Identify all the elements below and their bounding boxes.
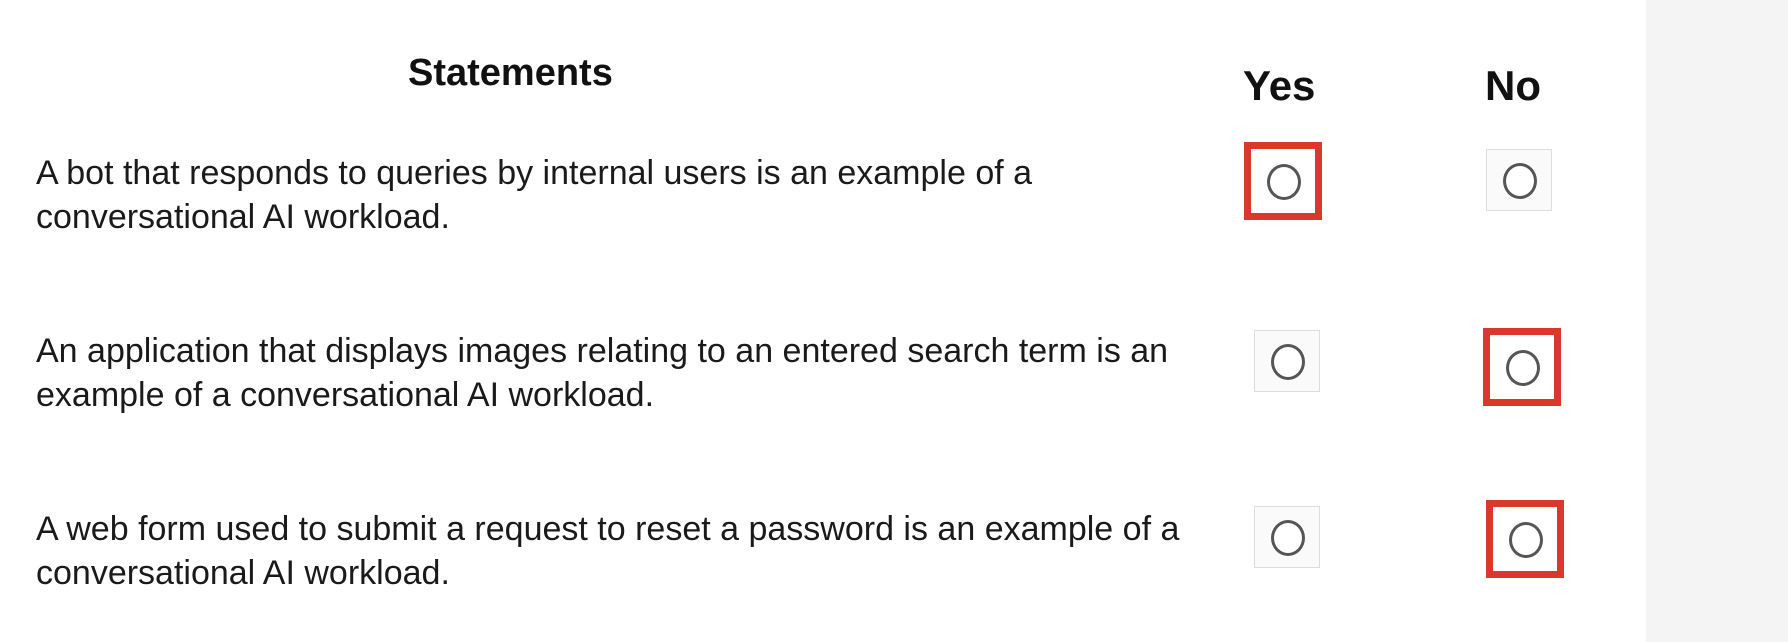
radio-circle-icon	[1271, 520, 1305, 556]
radio-circle-icon	[1509, 522, 1543, 558]
radio-circle-icon	[1267, 164, 1301, 200]
statement-1: A bot that responds to queries by intern…	[36, 154, 1033, 236]
radio-circle-icon	[1506, 350, 1540, 386]
no-column-header: No	[1485, 62, 1541, 109]
yes-column-header: Yes	[1243, 62, 1316, 109]
radio-circle-icon	[1503, 163, 1537, 199]
statement-2-yes-radio[interactable]	[1254, 330, 1320, 392]
statement-3-yes-radio[interactable]	[1254, 506, 1320, 568]
statement-3-no-radio[interactable]	[1486, 500, 1564, 578]
statement-1-yes-radio[interactable]	[1244, 142, 1322, 220]
statements-header: Statements	[408, 52, 613, 94]
statement-1-no-radio[interactable]	[1486, 149, 1552, 211]
side-panel	[1646, 0, 1788, 642]
statement-2: An application that displays images rela…	[36, 332, 1169, 414]
statement-2-no-radio[interactable]	[1483, 328, 1561, 406]
radio-circle-icon	[1271, 344, 1305, 380]
statement-3: A web form used to submit a request to r…	[36, 510, 1180, 592]
